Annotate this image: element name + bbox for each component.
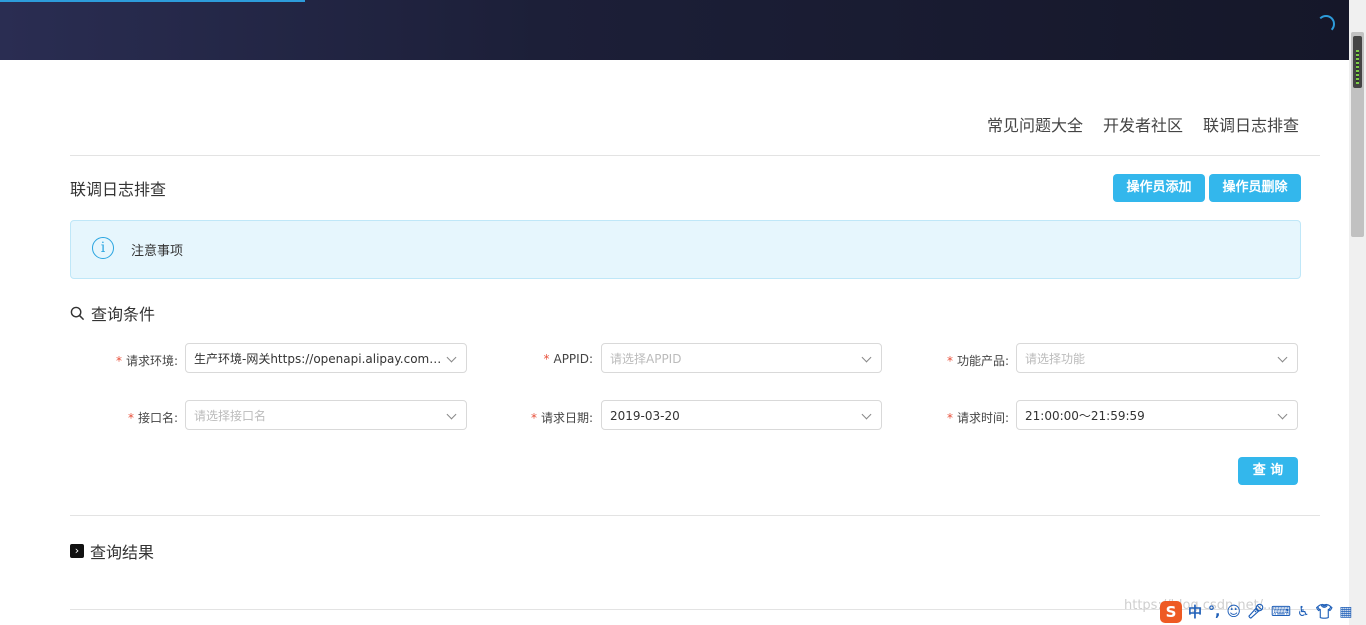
chevron-down-icon (446, 409, 457, 420)
search-icon (70, 306, 85, 320)
required-mark: * (115, 354, 122, 368)
chevron-down-icon (1277, 352, 1288, 363)
ime-toolbar: S 中 °, ☺ 🎤︎ ⌨ ♿︎ 👕︎ ▦ (1160, 599, 1353, 625)
query-button[interactable]: 查 询 (1238, 457, 1298, 485)
chevron-down-icon (861, 352, 872, 363)
top-nav-links: 常见问题大全 开发者社区 联调日志排查 (987, 112, 1299, 136)
volume-meter-icon (1353, 36, 1362, 88)
vertical-scrollbar[interactable] (1349, 0, 1366, 625)
env-select-value: 生产环境-网关https://openapi.alipay.com/ga... (194, 352, 442, 366)
punctuation-icon[interactable]: °, (1208, 604, 1220, 620)
product-label: * 功能产品: (946, 354, 1009, 368)
required-mark: * (530, 411, 537, 425)
appid-label: * APPID: (543, 352, 593, 366)
divider (70, 515, 1320, 516)
top-header-bar (0, 0, 1349, 60)
accessibility-icon[interactable]: ♿︎ (1297, 604, 1310, 620)
log-troubleshoot-link[interactable]: 联调日志排查 (1203, 112, 1299, 136)
developer-community-link[interactable]: 开发者社区 (1103, 112, 1183, 136)
page-title: 联调日志排查 (70, 180, 167, 199)
time-label: * 请求时间: (946, 411, 1009, 425)
date-picker-value: 2019-03-20 (610, 409, 680, 423)
chevron-down-icon (1277, 409, 1288, 420)
product-select[interactable]: 请选择功能 (1016, 343, 1298, 373)
time-range-value: 21:00:00～21:59:59 (1025, 409, 1145, 423)
loading-progress-bar (0, 0, 305, 2)
divider (70, 155, 1320, 156)
env-label: * 请求环境: (115, 354, 178, 368)
api-select-placeholder: 请选择接口名 (194, 409, 267, 423)
info-icon: i (92, 237, 114, 259)
toolbox-icon[interactable]: ▦ (1339, 604, 1352, 620)
sogou-ime-icon[interactable]: S (1160, 601, 1182, 623)
chevron-down-icon (861, 409, 872, 420)
emoji-icon[interactable]: ☺ (1226, 604, 1241, 620)
query-conditions-heading: 查询条件 (70, 301, 155, 325)
ime-language-toggle[interactable]: 中 (1188, 602, 1202, 622)
notice-text: 注意事项 (131, 244, 184, 259)
delete-operator-button[interactable]: 操作员删除 (1209, 174, 1301, 202)
required-mark: * (127, 411, 134, 425)
api-label: * 接口名: (127, 411, 178, 425)
product-select-placeholder: 请选择功能 (1025, 352, 1086, 366)
required-mark: * (946, 411, 953, 425)
notice-banner: i 注意事项 (70, 220, 1301, 279)
loading-spinner-icon (1317, 15, 1335, 33)
env-select[interactable]: 生产环境-网关https://openapi.alipay.com/ga... (185, 343, 467, 373)
skin-icon[interactable]: 👕︎ (1316, 604, 1334, 620)
faq-link[interactable]: 常见问题大全 (987, 112, 1083, 136)
required-mark: * (946, 354, 953, 368)
appid-select-placeholder: 请选择APPID (610, 352, 682, 366)
date-label: * 请求日期: (530, 411, 593, 425)
microphone-icon[interactable]: 🎤︎ (1247, 604, 1265, 620)
required-mark: * (543, 352, 550, 366)
appid-select[interactable]: 请选择APPID (601, 343, 882, 373)
terminal-icon: › (70, 544, 84, 558)
api-select[interactable]: 请选择接口名 (185, 400, 467, 430)
date-picker[interactable]: 2019-03-20 (601, 400, 882, 430)
query-conditions-title: 查询条件 (91, 305, 156, 324)
add-operator-button[interactable]: 操作员添加 (1113, 174, 1205, 202)
chevron-down-icon (446, 352, 457, 363)
time-range-select[interactable]: 21:00:00～21:59:59 (1016, 400, 1298, 430)
keyboard-icon[interactable]: ⌨ (1271, 604, 1291, 620)
query-results-heading: › 查询结果 (70, 539, 154, 563)
query-results-title: 查询结果 (90, 543, 155, 562)
